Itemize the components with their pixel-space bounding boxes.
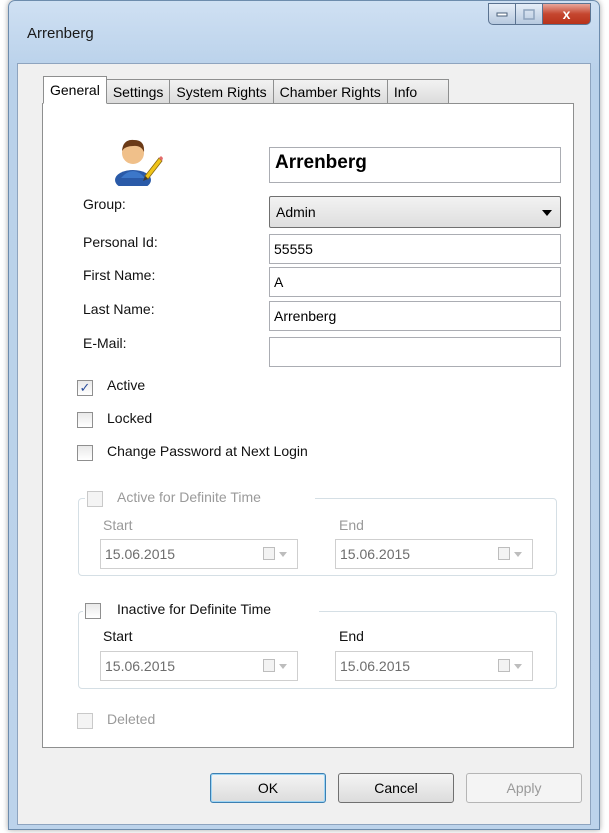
checkmark-icon: ✓ [79,380,91,395]
active-end-date-value: 15.06.2015 [340,546,411,562]
inactive-definite-header: Inactive for Definite Time [83,601,319,621]
last-name-field[interactable]: Arrenberg [269,301,561,331]
chevron-down-icon [514,664,522,669]
active-definite-label: Active for Definite Time [117,489,261,505]
email-label: E-Mail: [83,335,127,351]
active-start-date-value: 15.06.2015 [105,546,176,562]
calendar-icon [498,547,510,560]
inactive-definite-label: Inactive for Definite Time [117,601,272,617]
inactive-end-date-value: 15.06.2015 [340,658,411,674]
tab-strip: General Settings System Rights Chamber R… [43,76,449,104]
general-tab-panel: Arrenberg Group: Admin Personal Id: 5555… [42,103,574,748]
locked-label: Locked [107,410,153,426]
chevron-down-icon [279,664,287,669]
tab-general[interactable]: General [43,76,107,104]
dialog-client-area: General Settings System Rights Chamber R… [17,63,591,825]
chevron-down-icon [542,210,552,216]
tab-settings[interactable]: Settings [105,79,171,103]
user-edit-icon [115,139,163,186]
email-field[interactable] [269,337,561,367]
active-end-label: End [339,517,364,533]
close-icon: x [562,6,571,22]
chevron-down-icon [279,552,287,557]
inactive-start-date-value: 15.06.2015 [105,658,176,674]
first-name-label: First Name: [83,267,156,283]
active-end-date[interactable]: 15.06.2015 [335,539,533,569]
maximize-icon [523,8,535,20]
change-password-label: Change Password at Next Login [107,443,308,459]
inactive-end-label: End [339,628,364,644]
inactive-start-date[interactable]: 15.06.2015 [100,651,298,681]
calendar-icon [498,659,510,672]
active-start-label: Start [103,517,133,533]
group-select-value: Admin [276,204,316,220]
last-name-label: Last Name: [83,301,155,317]
display-name-field[interactable]: Arrenberg [269,147,561,183]
personal-id-label: Personal Id: [83,234,158,250]
ok-button[interactable]: OK [210,773,326,803]
active-definite-header: Active for Definite Time [85,489,315,509]
active-definite-checkbox[interactable] [87,491,103,507]
active-label: Active [107,377,146,393]
dialog-window: Arrenberg x General Settings System Righ… [8,0,600,830]
locked-checkbox[interactable] [77,412,93,428]
tab-system-rights[interactable]: System Rights [169,79,274,103]
group-select[interactable]: Admin [269,196,561,228]
chevron-down-icon [514,552,522,557]
personal-id-field[interactable]: 55555 [269,234,561,264]
window-controls: x [488,3,591,25]
change-password-checkbox[interactable] [77,445,93,461]
group-label: Group: [83,196,126,212]
inactive-end-date[interactable]: 15.06.2015 [335,651,533,681]
tab-info[interactable]: Info [386,79,449,103]
calendar-icon [263,547,275,560]
minimize-icon [496,12,508,17]
active-checkbox[interactable]: ✓ [77,380,93,396]
first-name-field[interactable]: A [269,267,561,297]
inactive-start-label: Start [103,628,133,644]
active-start-date[interactable]: 15.06.2015 [100,539,298,569]
deleted-checkbox[interactable] [77,713,93,729]
apply-button[interactable]: Apply [466,773,582,803]
minimize-button[interactable] [488,3,516,25]
deleted-label: Deleted [107,711,156,727]
cancel-button[interactable]: Cancel [338,773,454,803]
close-button[interactable]: x [543,3,591,25]
window-title: Arrenberg [27,25,94,42]
maximize-button[interactable] [516,3,543,25]
tab-chamber-rights[interactable]: Chamber Rights [272,79,388,103]
inactive-definite-checkbox[interactable] [85,603,101,619]
calendar-icon [263,659,275,672]
